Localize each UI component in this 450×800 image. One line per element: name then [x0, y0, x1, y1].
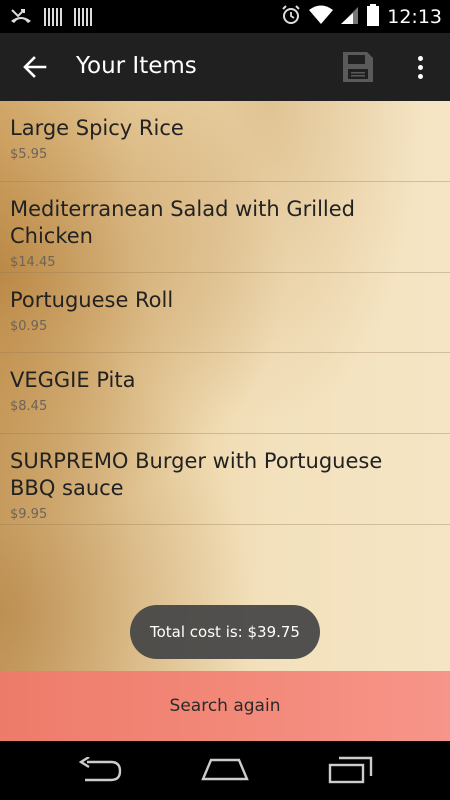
list-item[interactable]: Mediterranean Salad with Grilled Chicken…: [0, 182, 450, 273]
alarm-icon: [281, 5, 301, 29]
wifi-icon: [309, 5, 334, 29]
back-icon[interactable]: [75, 753, 125, 787]
status-left-icons: [10, 6, 93, 28]
overflow-menu-icon[interactable]: [408, 51, 432, 83]
home-icon[interactable]: [200, 753, 250, 787]
list-item[interactable]: VEGGIE Pita $8.45: [0, 353, 450, 434]
action-bar: Your Items: [0, 33, 450, 101]
navigation-bar: [0, 741, 450, 800]
item-price: $5.95: [10, 147, 48, 162]
items-list: Large Spicy Rice $5.95 Mediterranean Sal…: [0, 101, 450, 671]
clock: 12:13: [387, 6, 442, 28]
item-price: $0.95: [10, 319, 48, 334]
list-item[interactable]: SURPREMO Burger with Portuguese BBQ sauc…: [0, 434, 450, 525]
page-title: Your Items: [76, 53, 197, 79]
status-bar: 12:13: [0, 0, 450, 33]
signal-icon: [341, 5, 359, 29]
missed-call-icon: [10, 6, 32, 28]
item-name: Portuguese Roll: [10, 288, 174, 312]
save-icon[interactable]: [340, 49, 376, 85]
item-name: VEGGIE Pita: [10, 368, 136, 392]
item-price: $9.95: [10, 507, 48, 522]
battery-icon: [367, 4, 380, 30]
search-again-button[interactable]: Search again: [0, 671, 450, 741]
item-name: SURPREMO Burger with Portuguese BBQ sauc…: [10, 449, 383, 500]
item-name: Large Spicy Rice: [10, 116, 184, 140]
list-item[interactable]: Portuguese Roll $0.95: [0, 273, 450, 353]
list-item[interactable]: Large Spicy Rice $5.95: [0, 101, 450, 182]
arrow-back-icon[interactable]: [18, 51, 52, 83]
item-price: $14.45: [10, 255, 56, 270]
barcode-icon: [74, 8, 93, 26]
barcode-icon: [44, 8, 63, 26]
item-name: Mediterranean Salad with Grilled Chicken: [10, 197, 356, 248]
recents-icon[interactable]: [325, 753, 375, 787]
item-price: $8.45: [10, 399, 48, 414]
status-right-icons: 12:13: [281, 4, 442, 30]
total-cost-toast: Total cost is: $39.75: [130, 605, 320, 659]
